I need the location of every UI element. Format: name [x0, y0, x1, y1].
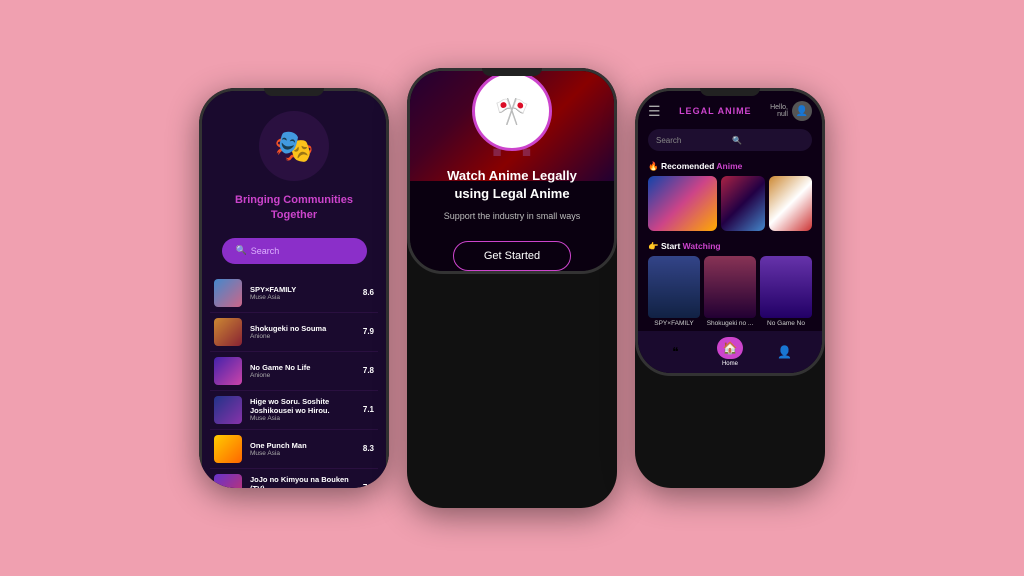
phone-1-border: 🎭 Bringing Communities Together 🔍 Search… [199, 88, 389, 488]
anime-thumb [214, 318, 242, 346]
app-search-placeholder: Search [656, 136, 728, 145]
phone-1-search-label: Search [251, 246, 280, 256]
anime-card-img [760, 256, 812, 318]
nav-label: Home [722, 361, 738, 367]
anime-info: One Punch Man Muse Asia [250, 441, 363, 457]
list-item[interactable]: No Game No Life Anione 7.8 [210, 352, 378, 391]
nav-item[interactable]: 👤 [772, 341, 798, 363]
nav-icon: ❝ [662, 341, 688, 363]
banner-3 [769, 176, 812, 231]
anime-title: SPY×FAMILY [250, 285, 363, 294]
anime-info: Shokugeki no Souma Anione [250, 324, 363, 340]
recommended-label: 🔥 Recomended Anime [638, 157, 822, 176]
recommended-suffix: Anime [714, 161, 742, 171]
get-started-button[interactable]: Get Started [453, 241, 571, 271]
anime-card-img [704, 256, 756, 318]
anime-title: JoJo no Kimyou na Bouken (TV) [250, 475, 363, 488]
nav-icon: 🏠 [717, 337, 743, 359]
app-search-icon: 🔍 [732, 136, 804, 145]
list-item[interactable]: SPY×FAMILY Muse Asia 8.6 [210, 274, 378, 313]
anime-thumb [214, 279, 242, 307]
anime-score: 7.9 [363, 327, 374, 336]
phone-2-logo: 🎌 [472, 71, 552, 151]
header-right: Hello, null 👤 [770, 101, 812, 121]
anime-card-label: Shokugeki no ... [704, 320, 756, 327]
anime-info: SPY×FAMILY Muse Asia [250, 285, 363, 301]
phone-1-char-icon: 🎭 [274, 130, 314, 162]
anime-card[interactable]: No Game No [760, 256, 812, 327]
list-item[interactable]: Hige wo Soru. Soshite Joshikousei wo Hir… [210, 391, 378, 430]
user-avatar[interactable]: 👤 [792, 101, 812, 121]
anime-score: 8.6 [363, 288, 374, 297]
banner-2 [721, 176, 764, 231]
phone-1: 🎭 Bringing Communities Together 🔍 Search… [199, 88, 389, 488]
anime-source: Anione [250, 333, 363, 340]
anime-title: Shokugeki no Souma [250, 324, 363, 333]
list-item[interactable]: One Punch Man Muse Asia 8.3 [210, 430, 378, 469]
anime-score: 7.1 [363, 405, 374, 414]
recommended-emoji-label: 🔥 Recomended [648, 161, 714, 171]
phone-3-border: ☰ LEGAL ANIME Hello, null 👤 Search 🔍 [635, 88, 825, 376]
phone-2: 👾 🎌 Watch Anime Legally using Legal Anim… [407, 68, 617, 508]
phone-1-search-icon: 🔍 [236, 245, 247, 256]
anime-thumb [214, 357, 242, 385]
anime-card-label: No Game No [760, 320, 812, 327]
anime-thumb [214, 435, 242, 463]
anime-source: Anione [250, 372, 363, 379]
anime-score: 8.3 [363, 444, 374, 453]
start-row: SPY×FAMILY Shokugeki no ... No Game No [638, 256, 822, 331]
anime-info: Hige wo Soru. Soshite Joshikousei wo Hir… [250, 397, 363, 422]
banner-1 [648, 176, 717, 231]
phone-2-border: 👾 🎌 Watch Anime Legally using Legal Anim… [407, 68, 617, 274]
nav-icon: 👤 [772, 341, 798, 363]
nav-item[interactable]: ❝ [662, 341, 688, 363]
phone-1-anime-list: SPY×FAMILY Muse Asia 8.6 Shokugeki no So… [202, 274, 386, 488]
anime-card-label: SPY×FAMILY [648, 320, 700, 327]
hello-user: null [777, 111, 788, 118]
start-watching-emoji: 👉 Start [648, 241, 680, 251]
phone-3: ☰ LEGAL ANIME Hello, null 👤 Search 🔍 [635, 88, 825, 488]
phone-1-screen: 🎭 Bringing Communities Together 🔍 Search… [202, 91, 386, 488]
phone-2-screen: 👾 🎌 Watch Anime Legally using Legal Anim… [410, 71, 614, 271]
hello-text: Hello, null [770, 104, 788, 118]
anime-thumb [214, 396, 242, 424]
search-row: Search 🔍 [638, 125, 822, 157]
banner-row [638, 176, 822, 237]
start-watching-suffix: Watching [680, 241, 720, 251]
anime-title: One Punch Man [250, 441, 363, 450]
anime-source: Muse Asia [250, 415, 363, 422]
anime-card[interactable]: Shokugeki no ... [704, 256, 756, 327]
app-header: ☰ LEGAL ANIME Hello, null 👤 [638, 91, 822, 125]
anime-score: 7.7 [363, 483, 374, 488]
phone-3-screen: ☰ LEGAL ANIME Hello, null 👤 Search 🔍 [638, 91, 822, 373]
phone-2-subtitle: Support the industry in small ways [424, 211, 601, 221]
anime-title: Hige wo Soru. Soshite Joshikousei wo Hir… [250, 397, 363, 415]
nav-item[interactable]: 🏠 Home [717, 337, 743, 367]
list-item[interactable]: Shokugeki no Souma Anione 7.9 [210, 313, 378, 352]
phone-2-logo-char: 🎌 [495, 95, 530, 128]
hello-label: Hello, [770, 104, 788, 111]
anime-source: Muse Asia [250, 450, 363, 457]
anime-info: JoJo no Kimyou na Bouken (TV) Muse Asia [250, 475, 363, 488]
phone-1-tagline: Bringing Communities Together [202, 193, 386, 224]
anime-score: 7.8 [363, 366, 374, 375]
anime-card[interactable]: SPY×FAMILY [648, 256, 700, 327]
anime-title: No Game No Life [250, 363, 363, 372]
hamburger-icon[interactable]: ☰ [648, 103, 661, 120]
phone-2-title: Watch Anime Legally using Legal Anime [410, 167, 614, 203]
bottom-nav: ❝ 🏠 Home 👤 [638, 331, 822, 373]
phone-1-avatar: 🎭 [259, 111, 329, 181]
anime-source: Muse Asia [250, 294, 363, 301]
start-watching-label: 👉 Start Watching [638, 237, 822, 256]
list-item[interactable]: JoJo no Kimyou na Bouken (TV) Muse Asia … [210, 469, 378, 488]
anime-thumb [214, 474, 242, 488]
phones-container: 🎭 Bringing Communities Together 🔍 Search… [179, 48, 845, 528]
anime-card-img [648, 256, 700, 318]
app-title: LEGAL ANIME [679, 106, 752, 116]
app-search-bar[interactable]: Search 🔍 [648, 129, 812, 151]
anime-info: No Game No Life Anione [250, 363, 363, 379]
phone-1-search-bar[interactable]: 🔍 Search [222, 238, 367, 264]
